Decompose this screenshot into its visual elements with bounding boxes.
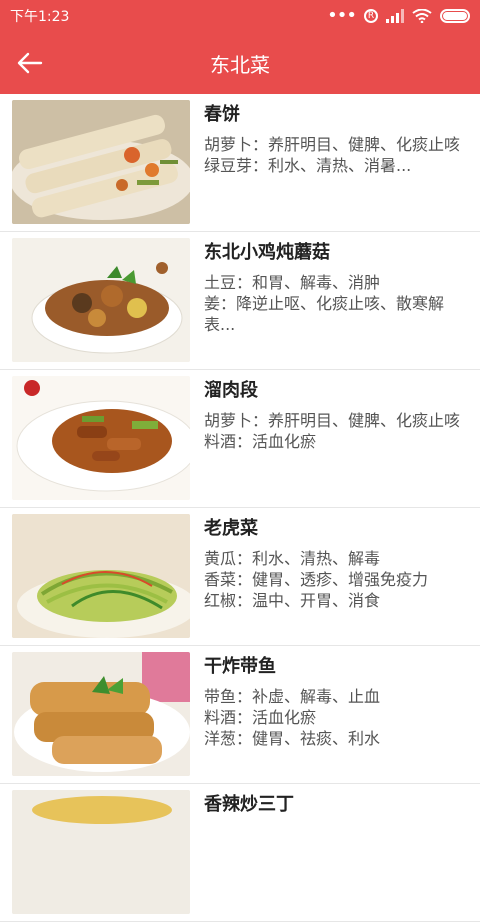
recipe-info: 干炸带鱼 带鱼：补虚、解毒、止血 料酒：活血化瘀 洋葱：健胃、祛痰、利水 (190, 652, 480, 783)
back-button[interactable] (0, 32, 60, 94)
recipe-info: 溜肉段 胡萝卜：养肝明目、健脾、化痰止咳 料酒：活血化瘀 (190, 376, 480, 507)
list-item[interactable]: 干炸带鱼 带鱼：补虚、解毒、止血 料酒：活血化瘀 洋葱：健胃、祛痰、利水 (0, 646, 480, 784)
recipe-desc: 黄瓜：利水、清热、解毒 香菜：健胃、透疹、增强免疫力 红椒：温中、开胃、消食 (204, 549, 429, 610)
signal-icon (386, 9, 404, 23)
recipe-name: 溜肉段 (204, 380, 258, 401)
recipe-desc: 土豆：和胃、解毒、消肿 姜：降逆止呕、化痰止咳、散寒解表... (204, 273, 445, 334)
recipe-desc: 胡萝卜：养肝明目、健脾、化痰止咳 绿豆芽：利水、清热、消暑... (204, 135, 461, 175)
status-time: 下午1:23 (10, 9, 70, 25)
recipe-image (12, 100, 190, 224)
status-bar: 下午1:23 ••• R (0, 0, 480, 32)
sim-icon: R (364, 9, 378, 23)
recipe-image (12, 376, 190, 500)
recipe-name: 老虎菜 (204, 518, 258, 539)
recipe-desc: 胡萝卜：养肝明目、健脾、化痰止咳 料酒：活血化瘀 (204, 411, 461, 451)
arrow-left-icon (17, 52, 43, 74)
recipe-info: 香辣炒三丁 (190, 790, 480, 921)
recipe-image (12, 238, 190, 362)
more-dots-icon: ••• (327, 5, 357, 26)
list-item[interactable]: 春饼 胡萝卜：养肝明目、健脾、化痰止咳 绿豆芽：利水、清热、消暑... (0, 94, 480, 232)
recipe-name: 东北小鸡炖蘑菇 (204, 242, 330, 263)
wifi-icon (412, 9, 432, 23)
status-icons: ••• R (327, 7, 470, 25)
page-title: 东北菜 (210, 52, 270, 77)
recipe-name: 干炸带鱼 (204, 656, 276, 677)
list-item[interactable]: 香辣炒三丁 (0, 784, 480, 922)
recipe-name: 香辣炒三丁 (204, 794, 294, 815)
recipe-desc: 带鱼：补虚、解毒、止血 料酒：活血化瘀 洋葱：健胃、祛痰、利水 (204, 687, 381, 748)
recipe-info: 老虎菜 黄瓜：利水、清热、解毒 香菜：健胃、透疹、增强免疫力 红椒：温中、开胃、… (190, 514, 480, 645)
list-item[interactable]: 溜肉段 胡萝卜：养肝明目、健脾、化痰止咳 料酒：活血化瘀 (0, 370, 480, 508)
recipe-image (12, 652, 190, 776)
recipe-image (12, 790, 190, 914)
list-item[interactable]: 东北小鸡炖蘑菇 土豆：和胃、解毒、消肿 姜：降逆止呕、化痰止咳、散寒解表... (0, 232, 480, 370)
recipe-list: 春饼 胡萝卜：养肝明目、健脾、化痰止咳 绿豆芽：利水、清热、消暑... 东北小鸡… (0, 94, 480, 922)
recipe-info: 春饼 胡萝卜：养肝明目、健脾、化痰止咳 绿豆芽：利水、清热、消暑... (190, 100, 480, 231)
recipe-info: 东北小鸡炖蘑菇 土豆：和胃、解毒、消肿 姜：降逆止呕、化痰止咳、散寒解表... (190, 238, 480, 369)
recipe-image (12, 514, 190, 638)
battery-icon (440, 9, 470, 23)
recipe-name: 春饼 (204, 104, 240, 125)
battery-fill (443, 12, 467, 20)
list-item[interactable]: 老虎菜 黄瓜：利水、清热、解毒 香菜：健胃、透疹、增强免疫力 红椒：温中、开胃、… (0, 508, 480, 646)
app-bar: 东北菜 (0, 32, 480, 94)
